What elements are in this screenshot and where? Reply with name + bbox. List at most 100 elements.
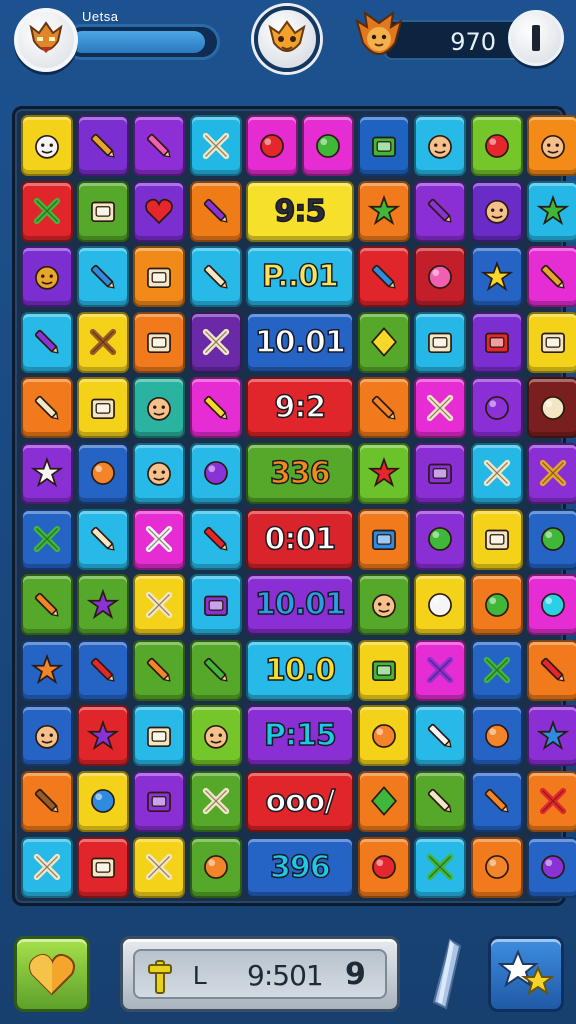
game-tile[interactable]	[189, 311, 242, 373]
game-tile[interactable]	[133, 836, 186, 898]
timer-tile[interactable]: 10.01	[245, 311, 354, 373]
game-tile[interactable]	[77, 639, 130, 701]
game-tile[interactable]	[526, 639, 576, 701]
game-tile[interactable]	[470, 180, 523, 242]
game-tile[interactable]	[21, 442, 73, 504]
game-tile[interactable]	[245, 115, 298, 176]
game-tile[interactable]	[21, 836, 73, 898]
game-tile[interactable]	[358, 180, 411, 242]
game-tile[interactable]	[77, 770, 130, 832]
game-tile[interactable]	[77, 377, 130, 439]
game-tile[interactable]	[526, 836, 576, 898]
game-tile[interactable]	[133, 770, 186, 832]
game-tile[interactable]	[21, 246, 73, 308]
game-tile[interactable]	[21, 377, 73, 439]
game-tile[interactable]	[470, 377, 523, 439]
timer-tile[interactable]: 396	[245, 836, 354, 898]
game-tile[interactable]	[189, 508, 242, 570]
boosters-button[interactable]	[488, 936, 564, 1012]
game-tile[interactable]	[77, 180, 130, 242]
game-tile[interactable]	[526, 442, 576, 504]
game-tile[interactable]	[133, 377, 186, 439]
game-tile[interactable]	[526, 311, 576, 373]
game-tile[interactable]	[21, 115, 73, 176]
game-tile[interactable]	[189, 115, 242, 176]
game-tile[interactable]	[21, 770, 73, 832]
game-tile[interactable]	[414, 574, 467, 636]
game-tile[interactable]	[358, 377, 411, 439]
game-tile[interactable]	[133, 574, 186, 636]
game-tile[interactable]	[133, 508, 186, 570]
game-tile[interactable]	[133, 442, 186, 504]
game-tile[interactable]	[21, 639, 73, 701]
game-tile[interactable]	[77, 442, 130, 504]
game-tile[interactable]	[414, 180, 467, 242]
game-tile[interactable]	[77, 705, 130, 767]
timer-tile[interactable]: 9:2	[245, 377, 354, 439]
game-tile[interactable]	[189, 836, 242, 898]
game-tile[interactable]	[358, 508, 411, 570]
game-tile[interactable]	[133, 639, 186, 701]
game-tile[interactable]	[414, 311, 467, 373]
game-tile[interactable]	[133, 180, 186, 242]
game-tile[interactable]	[414, 508, 467, 570]
level-badge[interactable]	[254, 6, 320, 72]
game-tile[interactable]	[358, 115, 411, 176]
game-tile[interactable]	[414, 705, 467, 767]
game-tile[interactable]	[21, 508, 73, 570]
game-tile[interactable]	[21, 705, 73, 767]
game-tile[interactable]	[21, 180, 73, 242]
game-tile[interactable]	[133, 705, 186, 767]
game-tile[interactable]	[414, 377, 467, 439]
game-tile[interactable]	[358, 574, 411, 636]
player-avatar[interactable]	[14, 8, 78, 72]
game-tile[interactable]	[189, 639, 242, 701]
game-tile[interactable]	[470, 705, 523, 767]
game-tile[interactable]	[414, 770, 467, 832]
game-tile[interactable]	[189, 377, 242, 439]
game-tile[interactable]	[358, 705, 411, 767]
game-tile[interactable]	[133, 246, 186, 308]
game-tile[interactable]	[358, 836, 411, 898]
game-tile[interactable]	[414, 639, 467, 701]
game-tile[interactable]	[526, 246, 576, 308]
game-tile[interactable]	[414, 115, 467, 176]
game-tile[interactable]	[77, 508, 130, 570]
lives-button[interactable]	[14, 936, 90, 1012]
timer-tile[interactable]: ooo/	[245, 770, 354, 832]
game-tile[interactable]	[189, 246, 242, 308]
game-tile[interactable]	[189, 574, 242, 636]
opponent-avatar[interactable]	[352, 8, 406, 66]
game-tile[interactable]	[301, 115, 354, 176]
game-tile[interactable]	[358, 442, 411, 504]
timer-tile[interactable]: 10.01	[245, 574, 354, 636]
game-tile[interactable]	[358, 770, 411, 832]
game-tile[interactable]	[526, 770, 576, 832]
game-tile[interactable]	[526, 180, 576, 242]
game-tile[interactable]	[358, 639, 411, 701]
game-tile[interactable]	[414, 246, 467, 308]
game-tile[interactable]	[133, 311, 186, 373]
game-tile[interactable]	[526, 115, 576, 176]
game-tile[interactable]	[414, 442, 467, 504]
game-tile[interactable]	[470, 246, 523, 308]
game-tile[interactable]	[189, 705, 242, 767]
game-tile[interactable]	[358, 311, 411, 373]
game-tile[interactable]	[470, 508, 523, 570]
game-tile[interactable]	[526, 574, 576, 636]
game-tile[interactable]	[77, 246, 130, 308]
game-tile[interactable]	[189, 180, 242, 242]
game-tile[interactable]	[526, 705, 576, 767]
game-tile[interactable]	[358, 246, 411, 308]
game-tile[interactable]	[77, 115, 130, 176]
game-tile[interactable]	[189, 770, 242, 832]
timer-tile[interactable]: 10.0	[245, 639, 354, 701]
game-tile[interactable]	[470, 639, 523, 701]
game-tile[interactable]	[526, 377, 576, 439]
game-tile[interactable]	[470, 442, 523, 504]
game-tile[interactable]	[470, 836, 523, 898]
game-tile[interactable]	[470, 115, 523, 176]
timer-tile[interactable]: 336	[245, 442, 354, 504]
game-tile[interactable]	[77, 574, 130, 636]
game-tile[interactable]	[470, 770, 523, 832]
